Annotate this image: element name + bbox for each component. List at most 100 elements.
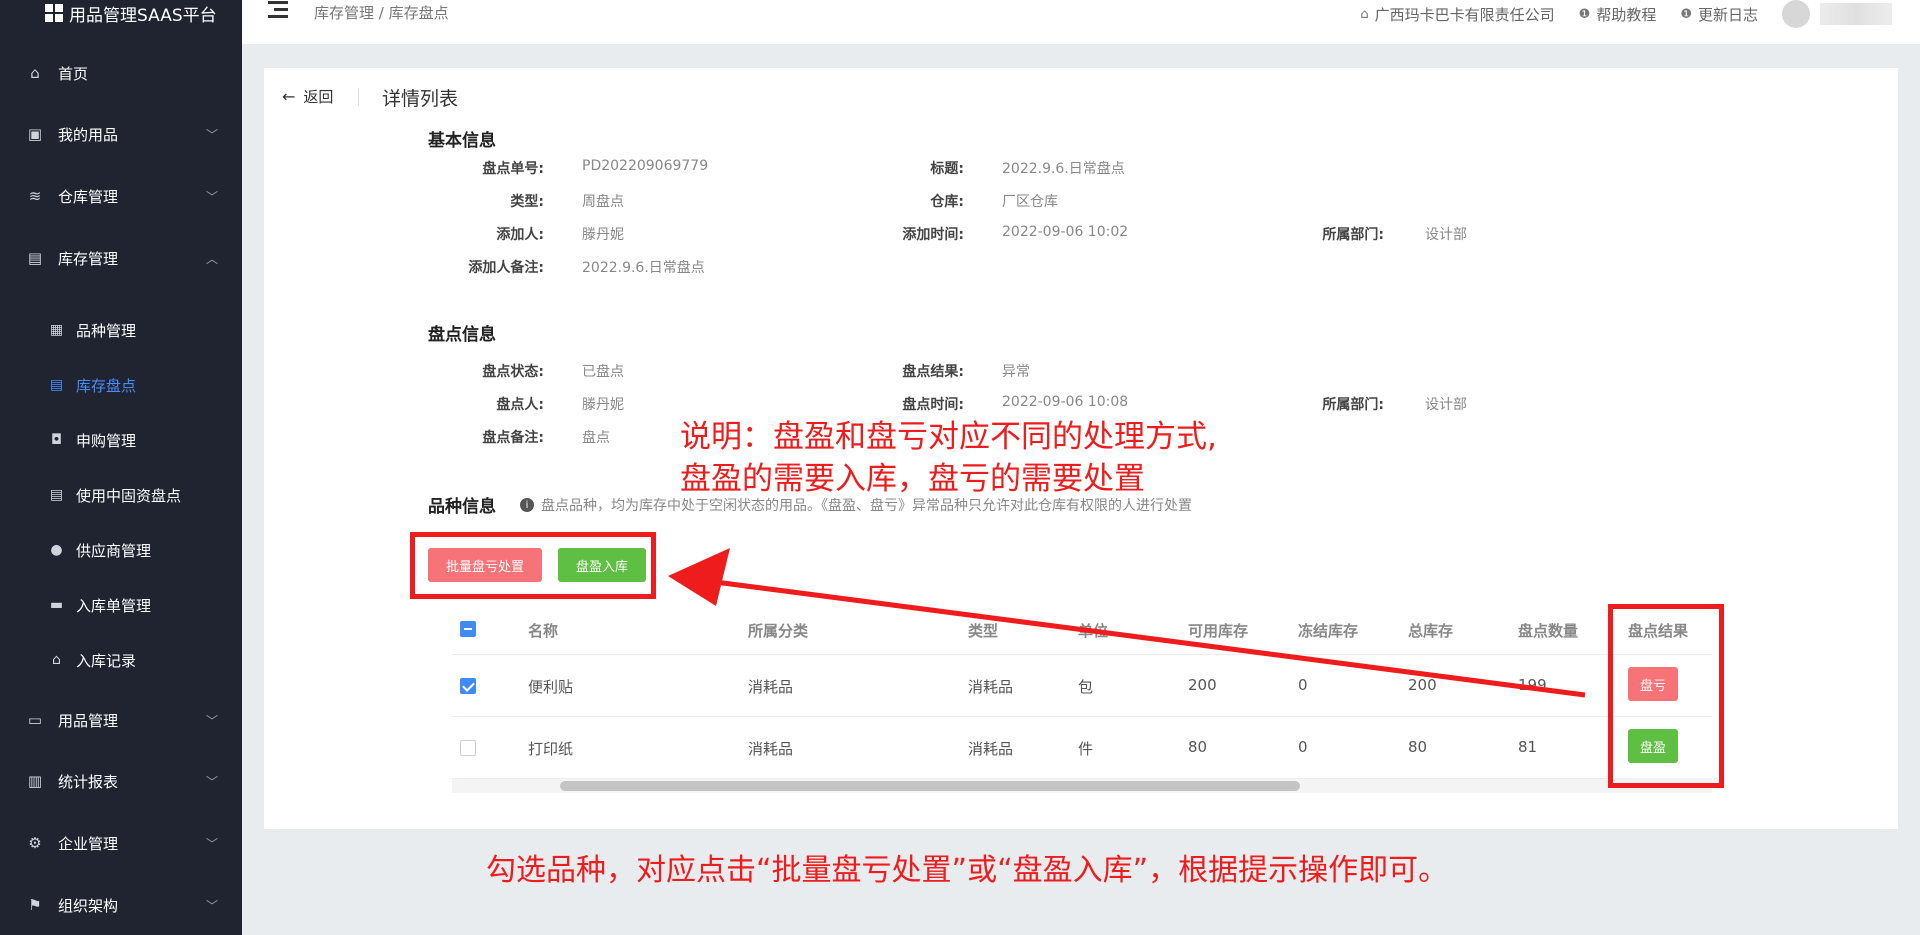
bag-icon: ◘: [50, 432, 63, 448]
column-header-count: 盘点数量: [1518, 622, 1579, 640]
check-time-label: 盘点时间:: [902, 397, 964, 413]
menu-toggle-icon[interactable]: [268, 0, 290, 20]
check-time-value: 2022-09-06 10:08: [1002, 394, 1129, 410]
section-title-items-info: 品种信息: [428, 497, 496, 517]
inbox-icon: ▭: [27, 711, 43, 729]
avatar[interactable]: [1782, 0, 1810, 28]
chevron-down-icon: ﹀: [205, 127, 218, 142]
check-status-value: 已盘点: [582, 364, 624, 380]
info-icon: i: [520, 498, 534, 512]
column-header-frozen: 冻结库存: [1298, 622, 1359, 640]
annotation-box-buttons: [410, 532, 656, 599]
table-row[interactable]: 打印纸 消耗品 消耗品 件 80 0 80 81 盘盈: [452, 717, 1712, 779]
flag-icon: ⚑: [28, 896, 42, 914]
sidebar-sub-item-suppliers[interactable]: ● 供应商管理: [0, 530, 242, 570]
check-remark-label: 盘点备注:: [482, 430, 544, 446]
scrollbar-thumb[interactable]: [560, 781, 1300, 791]
cell-available: 80: [1188, 738, 1208, 756]
annotation-note-line1: 说明：盘盈和盘亏对应不同的处理方式,: [680, 419, 1217, 455]
gear-icon: ⚙: [28, 834, 42, 852]
company-switcher[interactable]: ⌂ 广西玛卡巴卡有限责任公司: [1360, 4, 1554, 25]
database-icon: ≋: [28, 187, 42, 205]
info-icon: ❶: [1578, 6, 1591, 22]
sidebar-sub-item-categories[interactable]: ▦ 品种管理: [0, 310, 242, 350]
sidebar-item-home[interactable]: ⌂ 首页: [0, 53, 242, 93]
bar-chart-icon: ▥: [27, 772, 43, 790]
cell-count: 81: [1518, 738, 1538, 756]
check-remark-value: 盘点: [582, 430, 610, 446]
check-result-value: 异常: [1002, 364, 1030, 380]
app-logo: 用品管理SAAS平台: [45, 0, 217, 26]
order-no-label: 盘点单号:: [482, 161, 544, 177]
chevron-up-icon: ︿: [205, 251, 218, 266]
subject-value: 2022.9.6.日常盘点: [1002, 161, 1125, 177]
cell-category: 消耗品: [748, 678, 794, 696]
home-icon: ⌂: [52, 652, 61, 668]
sidebar-sub-item-inbound-orders[interactable]: ▬ 入库单管理: [0, 585, 242, 625]
sidebar-sub-item-inbound-records[interactable]: ⌂ 入库记录: [0, 640, 242, 680]
sidebar-item-organization[interactable]: ⚑ 组织架构 ﹀: [0, 885, 242, 925]
check-result-label: 盘点结果:: [902, 364, 964, 380]
top-header: 库存管理 / 库存盘点 ⌂ 广西玛卡巴卡有限责任公司 ❶ 帮助教程 ❶ 更新日志: [242, 0, 1920, 44]
warehouse-label: 仓库:: [930, 194, 964, 210]
adder-label: 添加人:: [496, 227, 544, 243]
check-dept-value: 设计部: [1425, 397, 1467, 413]
remark-label: 添加人备注:: [468, 260, 544, 276]
back-button[interactable]: ← 返回: [282, 86, 333, 107]
subject-label: 标题:: [930, 161, 964, 177]
column-header-name: 名称: [528, 622, 559, 640]
column-header-available: 可用库存: [1188, 622, 1249, 640]
sidebar-item-inventory[interactable]: ▤ 库存管理 ︿: [0, 238, 242, 278]
check-status-label: 盘点状态:: [482, 364, 544, 380]
chevron-down-icon: ﹀: [205, 898, 218, 913]
sidebar-item-reports[interactable]: ▥ 统计报表 ﹀: [0, 761, 242, 801]
breadcrumb: 库存管理 / 库存盘点: [314, 4, 449, 22]
table-row[interactable]: 便利贴 消耗品 消耗品 包 200 0 200 199 盘亏: [452, 655, 1712, 717]
select-all-checkbox[interactable]: [460, 621, 476, 637]
title-divider: [358, 88, 359, 106]
dept-label: 所属部门:: [1322, 227, 1384, 243]
column-header-category: 所属分类: [748, 622, 809, 640]
cell-unit: 包: [1078, 678, 1094, 696]
annotation-note: 说明：盘盈和盘亏对应不同的处理方式, 盘盈的需要入库，盘亏的需要处置: [680, 416, 1217, 500]
document-icon: ▤: [49, 487, 64, 503]
add-time-value: 2022-09-06 10:02: [1002, 224, 1129, 240]
document-icon: ▤: [49, 377, 64, 393]
sidebar-sub-item-asset-check[interactable]: ▤ 使用中固资盘点: [0, 475, 242, 515]
cell-total: 200: [1408, 676, 1437, 694]
check-dept-label: 所属部门:: [1322, 397, 1384, 413]
username-redacted[interactable]: [1820, 3, 1892, 25]
info-icon: ❶: [1680, 6, 1692, 22]
table-horizontal-scrollbar[interactable]: [452, 779, 1712, 793]
cell-name: 便利贴: [528, 678, 574, 696]
grid-icon: ▦: [49, 322, 64, 338]
sidebar-sub-item-purchase[interactable]: ◘ 申购管理: [0, 420, 242, 460]
column-header-unit: 单位: [1078, 622, 1109, 640]
sidebar-item-my-supplies[interactable]: ▣ 我的用品 ﹀: [0, 114, 242, 154]
remark-value: 2022.9.6.日常盘点: [582, 260, 705, 276]
order-no-value: PD202209069779: [582, 158, 709, 174]
dept-value: 设计部: [1425, 227, 1467, 243]
section-title-basic-info: 基本信息: [428, 131, 496, 151]
logo-grid-icon: [45, 4, 63, 22]
type-label: 类型:: [510, 194, 544, 210]
page-title: 详情列表: [382, 88, 459, 110]
checker-label: 盘点人:: [496, 397, 544, 413]
adder-value: 滕丹妮: [582, 227, 624, 243]
row-checkbox[interactable]: [460, 678, 476, 694]
sidebar-item-enterprise[interactable]: ⚙ 企业管理 ﹀: [0, 823, 242, 863]
sidebar-item-supply-management[interactable]: ▭ 用品管理 ﹀: [0, 700, 242, 740]
sidebar-sub-item-stocktake[interactable]: ▤ 库存盘点: [0, 365, 242, 405]
annotation-note-line2: 盘盈的需要入库，盘亏的需要处置: [680, 461, 1145, 497]
sidebar-item-warehouse[interactable]: ≋ 仓库管理 ﹀: [0, 176, 242, 216]
section-title-check-info: 盘点信息: [428, 325, 496, 345]
chevron-down-icon: ﹀: [205, 774, 218, 789]
user-icon: ●: [50, 542, 63, 558]
briefcase-icon: ▤: [27, 249, 43, 267]
changelog-link[interactable]: ❶ 更新日志: [1680, 4, 1758, 25]
cell-type: 消耗品: [968, 740, 1014, 758]
help-link[interactable]: ❶ 帮助教程: [1579, 4, 1657, 25]
table-header-row: 名称 所属分类 类型 单位 可用库存 冻结库存 总库存 盘点数量 盘点结果: [452, 605, 1712, 655]
column-header-total: 总库存: [1408, 622, 1454, 640]
row-checkbox[interactable]: [460, 740, 476, 756]
